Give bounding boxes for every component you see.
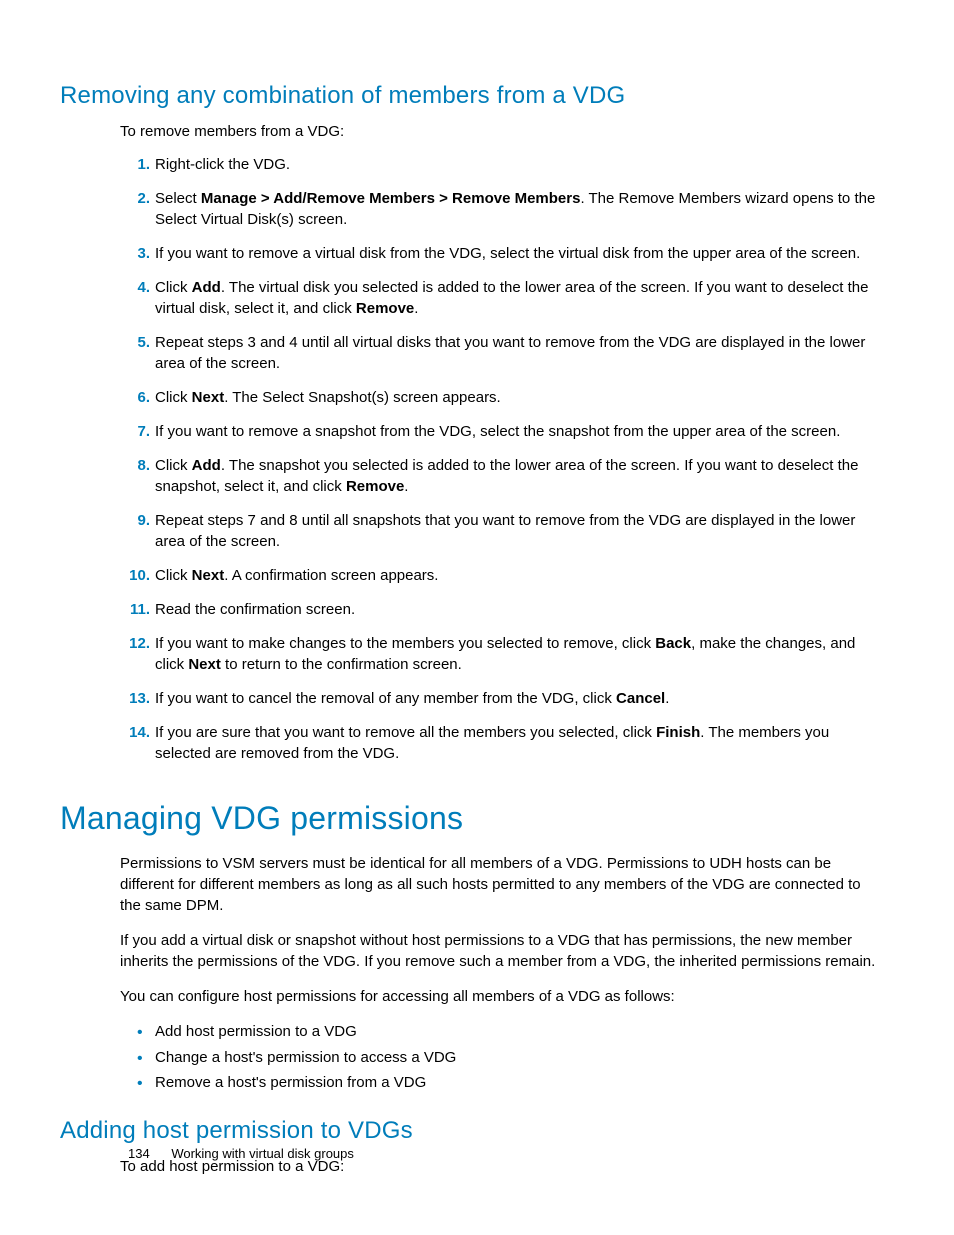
step-number: 1. (120, 154, 150, 175)
numbered-steps-list: 1.Right-click the VDG.2.Select Manage > … (60, 154, 894, 764)
step-number: 11. (120, 599, 150, 620)
step-item: 13.If you want to cancel the removal of … (155, 688, 884, 709)
step-text: If you want to remove a virtual disk fro… (155, 245, 860, 262)
step-text: If you want to make changes to the membe… (155, 635, 855, 673)
step-text: Read the confirmation screen. (155, 601, 355, 618)
step-number: 6. (120, 387, 150, 408)
page-footer: 134 Working with virtual disk groups (128, 1146, 354, 1161)
step-text: Repeat steps 3 and 4 until all virtual d… (155, 334, 865, 372)
step-item: 5.Repeat steps 3 and 4 until all virtual… (155, 332, 884, 374)
step-text: Right-click the VDG. (155, 156, 290, 173)
step-number: 5. (120, 332, 150, 353)
list-item: Change a host's permission to access a V… (155, 1047, 884, 1070)
step-item: 1.Right-click the VDG. (155, 154, 884, 175)
step-item: 7.If you want to remove a snapshot from … (155, 421, 884, 442)
body-paragraph: You can configure host permissions for a… (60, 986, 894, 1007)
step-text: Click Add. The snapshot you selected is … (155, 457, 858, 495)
step-number: 14. (120, 722, 150, 743)
step-item: 6.Click Next. The Select Snapshot(s) scr… (155, 387, 884, 408)
footer-title: Working with virtual disk groups (171, 1146, 354, 1161)
step-text: Click Add. The virtual disk you selected… (155, 279, 868, 317)
step-item: 8.Click Add. The snapshot you selected i… (155, 455, 884, 497)
step-number: 13. (120, 688, 150, 709)
step-item: 12.If you want to make changes to the me… (155, 633, 884, 675)
step-number: 2. (120, 188, 150, 209)
step-item: 2.Select Manage > Add/Remove Members > R… (155, 188, 884, 230)
step-number: 9. (120, 510, 150, 531)
step-number: 7. (120, 421, 150, 442)
section-heading-removing-members: Removing any combination of members from… (60, 82, 894, 110)
document-page: Removing any combination of members from… (0, 0, 954, 1235)
bullet-list: Add host permission to a VDG Change a hos… (60, 1021, 894, 1095)
step-text: If you want to cancel the removal of any… (155, 690, 669, 707)
intro-text: To remove members from a VDG: (60, 122, 894, 142)
step-item: 11.Read the confirmation screen. (155, 599, 884, 620)
step-text: If you are sure that you want to remove … (155, 724, 829, 762)
list-item: Remove a host's permission from a VDG (155, 1072, 884, 1095)
step-text: Click Next. The Select Snapshot(s) scree… (155, 389, 501, 406)
step-text: Select Manage > Add/Remove Members > Rem… (155, 190, 875, 228)
body-paragraph: Permissions to VSM servers must be ident… (60, 853, 894, 916)
list-item: Add host permission to a VDG (155, 1021, 884, 1044)
step-item: 9.Repeat steps 7 and 8 until all snapsho… (155, 510, 884, 552)
body-paragraph: If you add a virtual disk or snapshot wi… (60, 930, 894, 972)
step-text: Click Next. A confirmation screen appear… (155, 567, 438, 584)
step-text: Repeat steps 7 and 8 until all snapshots… (155, 512, 855, 550)
section-heading-managing-permissions: Managing VDG permissions (60, 800, 894, 837)
step-number: 12. (120, 633, 150, 654)
step-number: 8. (120, 455, 150, 476)
step-text: If you want to remove a snapshot from th… (155, 423, 840, 440)
section-heading-adding-host-permission: Adding host permission to VDGs (60, 1117, 894, 1145)
step-item: 4.Click Add. The virtual disk you select… (155, 277, 884, 319)
step-number: 10. (120, 565, 150, 586)
step-item: 14.If you are sure that you want to remo… (155, 722, 884, 764)
step-number: 3. (120, 243, 150, 264)
step-number: 4. (120, 277, 150, 298)
page-number: 134 (128, 1146, 150, 1161)
step-item: 3.If you want to remove a virtual disk f… (155, 243, 884, 264)
step-item: 10.Click Next. A confirmation screen app… (155, 565, 884, 586)
